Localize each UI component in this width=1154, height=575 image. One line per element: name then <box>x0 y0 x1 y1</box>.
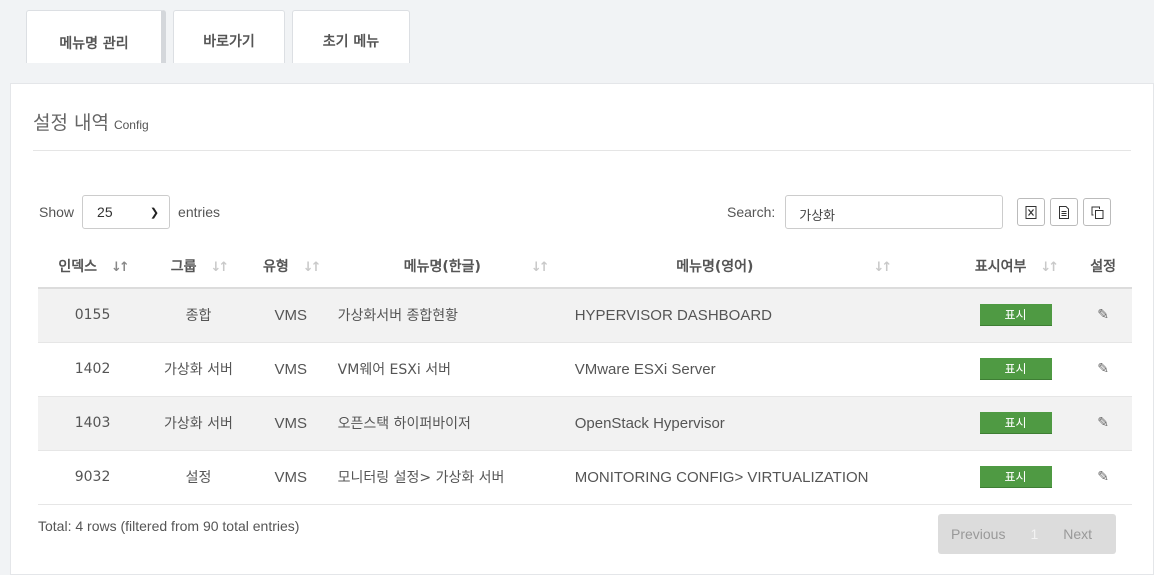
tab-initial-menu[interactable]: 초기 메뉴 <box>292 10 410 63</box>
table-row[interactable]: 0155 종합 VMS 가상화서버 종합현황 HYPERVISOR DASHBO… <box>38 288 1132 343</box>
cell-group: 가상화 서버 <box>147 342 250 397</box>
entries-select[interactable]: 25 ❯ <box>82 195 171 229</box>
column-header-index[interactable]: 인덱스 ↓↑ <box>38 245 148 289</box>
sort-icon: ↓↑ <box>210 260 229 275</box>
chevron-down-icon: ❯ <box>149 206 160 219</box>
search-control: Search: 가상화 <box>727 195 1004 229</box>
next-button[interactable]: Next <box>1063 526 1092 542</box>
cell-index: 1403 <box>38 396 148 451</box>
cell-name-en: OpenStack Hypervisor <box>568 396 957 451</box>
pagination: Previous 1 Next <box>938 514 1116 554</box>
cell-name-en: MONITORING CONFIG> VIRTUALIZATION <box>568 450 957 505</box>
cell-name-en: VMware ESXi Server <box>568 342 957 397</box>
tab-shortcuts[interactable]: 바로가기 <box>173 10 285 63</box>
length-control: Show 25 ❯ entries <box>39 195 220 229</box>
column-header-name-en[interactable]: 메뉴명(영어) ↓↑ <box>568 245 957 289</box>
display-badge[interactable]: 표시 <box>979 466 1052 488</box>
edit-icon[interactable]: ✎ <box>1097 307 1109 323</box>
table-row[interactable]: 1402 가상화 서버 VMS VM웨어 ESXi 서버 VMware ESXi… <box>38 342 1132 397</box>
sort-icon: ↓↑ <box>530 260 550 275</box>
cell-display: 표시 <box>956 288 1075 343</box>
column-header-settings: 설정 <box>1074 245 1132 289</box>
table-row[interactable]: 9032 설정 VMS 모니터링 설정> 가상화 서버 MONITORING C… <box>38 450 1132 505</box>
table-info: Total: 4 rows (filtered from 90 total en… <box>38 518 300 534</box>
cell-settings: ✎ <box>1074 288 1132 343</box>
cell-name-en: HYPERVISOR DASHBOARD <box>568 288 957 343</box>
edit-icon[interactable]: ✎ <box>1097 415 1109 431</box>
display-badge[interactable]: 표시 <box>979 304 1052 327</box>
cell-index: 9032 <box>38 450 148 505</box>
cell-name-ko: 가상화서버 종합현황 <box>331 288 569 343</box>
cell-name-ko: VM웨어 ESXi 서버 <box>331 342 569 397</box>
tab-menu-name-management[interactable]: 메뉴명 관리 <box>26 10 166 63</box>
menu-table: 인덱스 ↓↑ 그룹 ↓↑ 유형 ↓↑ 메뉴명(한글) ↓↑ 메뉴명(영어) ↓↑ 표시여부… <box>38 245 1132 505</box>
cell-index: 1402 <box>38 342 148 397</box>
cell-index: 0155 <box>38 288 148 343</box>
search-input[interactable]: 가상화 <box>785 195 1004 229</box>
panel-title-text: 설정 내역 <box>33 112 109 134</box>
column-header-group[interactable]: 그룹 ↓↑ <box>147 245 250 289</box>
cell-settings: ✎ <box>1074 450 1132 505</box>
cell-group: 가상화 서버 <box>147 396 250 451</box>
cell-display: 표시 <box>956 342 1075 397</box>
column-header-name-ko[interactable]: 메뉴명(한글) ↓↑ <box>331 245 569 289</box>
sort-asc-icon: ↓↑ <box>110 260 130 275</box>
column-header-display[interactable]: 표시여부 ↓↑ <box>956 245 1075 289</box>
display-badge[interactable]: 표시 <box>979 358 1052 380</box>
cell-name-ko: 오픈스택 하이퍼바이저 <box>331 396 569 451</box>
panel-title: 설정 내역 Config <box>33 108 149 135</box>
cell-type: VMS <box>249 396 332 451</box>
table-header-row: 인덱스 ↓↑ 그룹 ↓↑ 유형 ↓↑ 메뉴명(한글) ↓↑ 메뉴명(영어) ↓↑ 표시여부… <box>38 245 1132 289</box>
cell-type: VMS <box>249 342 332 397</box>
table-row[interactable]: 1403 가상화 서버 VMS 오픈스택 하이퍼바이저 OpenStack Hy… <box>38 396 1132 451</box>
edit-icon[interactable]: ✎ <box>1097 361 1109 377</box>
entries-select-value: 25 <box>97 204 113 220</box>
page-1-button[interactable]: 1 <box>1030 526 1038 542</box>
column-header-type[interactable]: 유형 ↓↑ <box>249 245 332 289</box>
cell-name-ko: 모니터링 설정> 가상화 서버 <box>331 450 569 505</box>
display-badge[interactable]: 표시 <box>979 412 1052 434</box>
edit-icon[interactable]: ✎ <box>1097 469 1109 485</box>
previous-button[interactable]: Previous <box>951 526 1005 542</box>
divider <box>33 150 1131 151</box>
sort-icon: ↓↑ <box>302 260 322 275</box>
sort-icon: ↓↑ <box>1040 260 1059 275</box>
search-label: Search: <box>727 204 776 220</box>
cell-settings: ✎ <box>1074 396 1132 451</box>
excel-export-icon[interactable] <box>1017 198 1045 226</box>
cell-type: VMS <box>249 450 332 505</box>
copy-icon[interactable] <box>1083 198 1111 226</box>
csv-export-icon[interactable] <box>1050 198 1078 226</box>
cell-group: 종합 <box>147 288 250 343</box>
show-label: Show <box>39 204 75 220</box>
cell-type: VMS <box>249 288 332 343</box>
sort-icon: ↓↑ <box>873 260 892 275</box>
cell-group: 설정 <box>147 450 250 505</box>
entries-label: entries <box>178 204 221 220</box>
cell-display: 표시 <box>956 450 1075 505</box>
panel-subtitle: Config <box>113 118 149 132</box>
tab-bar: 메뉴명 관리 바로가기 초기 메뉴 <box>26 10 410 63</box>
export-buttons <box>1017 198 1111 226</box>
cell-display: 표시 <box>956 396 1075 451</box>
cell-settings: ✎ <box>1074 342 1132 397</box>
